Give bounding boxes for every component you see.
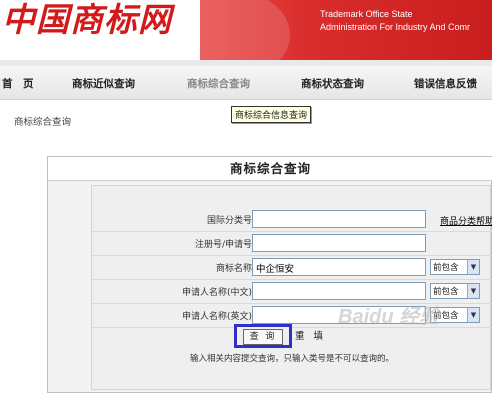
nav-tooltip: 商标综合信息查询 <box>231 106 312 123</box>
applicant-cn-input[interactable] <box>252 282 426 300</box>
field-label: 申请人名称(中文) <box>181 288 252 298</box>
breadcrumb: 商标综合查询 <box>14 117 72 128</box>
watermark: Baidu 经验 <box>338 306 440 328</box>
trademark-name-input[interactable]: 中企恒安 <box>252 258 426 276</box>
reset-button[interactable]: 重 填 <box>295 328 326 342</box>
panel-title: 商标综合查询 <box>48 157 492 181</box>
search-hint: 输入相关内容提交查询，只输入类号是不可以查询的。 <box>189 354 394 364</box>
submit-focus-outline: 查 询 <box>234 324 292 348</box>
search-form: 国际分类号 商品分类帮助 注册号/申请号 商标名称 中企恒安 前包含 ▼ 申请人… <box>91 185 492 390</box>
field-label: 国际分类号 <box>206 216 252 226</box>
class-help-link[interactable]: 商品分类帮助 <box>440 214 492 227</box>
intl-class-input[interactable] <box>252 210 426 228</box>
field-label: 注册号/申请号 <box>194 240 252 250</box>
select-value: 前包含 <box>433 287 459 297</box>
field-label: 申请人名称(英文) <box>181 312 252 322</box>
field-row-class: 国际分类号 商品分类帮助 <box>92 208 492 232</box>
reg-number-input[interactable] <box>252 234 426 252</box>
banner-line-2: Administration For Industry And Comr <box>320 22 471 32</box>
nav-similar-search[interactable]: 商标近似查询 <box>72 76 135 91</box>
chevron-down-icon: ▼ <box>467 308 479 322</box>
submit-button[interactable]: 查 询 <box>243 329 283 345</box>
banner-english-text: Trademark Office State Administration Fo… <box>320 8 470 34</box>
field-row-trademark-name: 商标名称 中企恒安 前包含 ▼ <box>92 256 492 280</box>
nav-error-feedback[interactable]: 错误信息反馈 <box>414 76 477 91</box>
banner-line-1: Trademark Office State <box>320 9 413 19</box>
chevron-down-icon: ▼ <box>467 284 479 298</box>
main-nav: 首 页 商标近似查询 商标综合查询 商标状态查询 错误信息反馈 <box>0 66 492 100</box>
site-header: 中国商标网 Trademark Office State Administrat… <box>0 0 492 66</box>
site-logo[interactable]: 中国商标网 <box>2 0 172 40</box>
nav-comprehensive-search[interactable]: 商标综合查询 <box>187 76 250 91</box>
field-row-regno: 注册号/申请号 <box>92 232 492 256</box>
applicant-cn-match-select[interactable]: 前包含 ▼ <box>430 283 480 299</box>
chevron-down-icon: ▼ <box>467 260 479 274</box>
nav-home[interactable]: 首 页 <box>2 76 34 91</box>
trademark-match-select[interactable]: 前包含 ▼ <box>430 259 480 275</box>
field-label: 商标名称 <box>215 264 252 274</box>
select-value: 前包含 <box>433 263 459 273</box>
nav-status-search[interactable]: 商标状态查询 <box>301 76 364 91</box>
search-panel: 商标综合查询 国际分类号 商品分类帮助 注册号/申请号 商标名称 中企恒安 前包… <box>47 156 492 393</box>
